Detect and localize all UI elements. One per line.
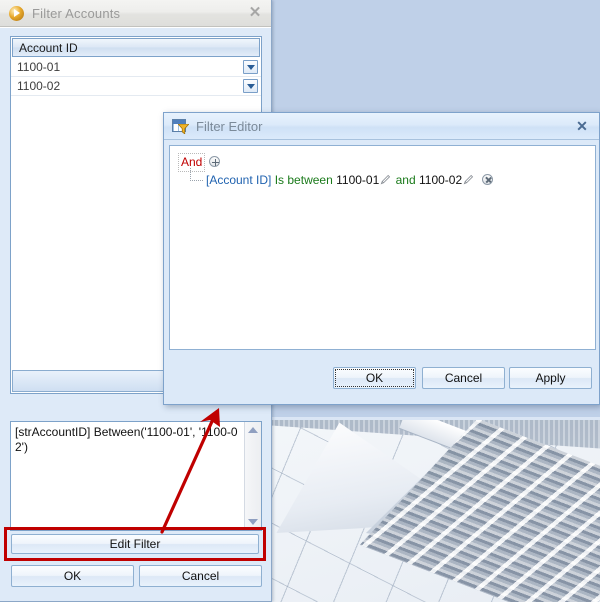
pencil-icon[interactable] <box>380 174 391 185</box>
chevron-down-icon[interactable] <box>243 79 258 93</box>
close-icon[interactable]: ✕ <box>246 4 264 22</box>
model-viewport[interactable] <box>268 417 600 602</box>
tree-elbow-connector <box>190 168 203 181</box>
cancel-button[interactable]: Cancel <box>139 565 262 587</box>
filter-accounts-titlebar[interactable]: Filter Accounts ✕ <box>0 0 271 27</box>
filter-group-row[interactable]: And <box>178 153 587 172</box>
filter-expression-text: [strAccountID] Between('1100-01', '1100-… <box>15 425 238 454</box>
filter-editor-button-bar: OK Cancel Apply <box>164 354 599 404</box>
condition-field[interactable]: [Account ID] <box>206 173 271 187</box>
condition-conjunction: and <box>395 173 416 187</box>
grid-rows: 1100-01 1100-02 <box>11 58 261 96</box>
table-row[interactable]: 1100-02 <box>11 77 261 96</box>
grid-header-row[interactable]: Account ID <box>12 38 260 57</box>
filter-tree-canvas[interactable]: And [Account ID] Is between 1100-01 and … <box>169 145 596 350</box>
funnel-glyph <box>178 123 189 134</box>
condition-value-from[interactable]: 1100-01 <box>336 173 379 187</box>
chevron-down-icon[interactable] <box>243 60 258 74</box>
close-icon[interactable]: ✕ <box>574 118 590 134</box>
edit-filter-button[interactable]: Edit Filter <box>11 534 259 554</box>
cancel-button[interactable]: Cancel <box>422 367 505 389</box>
apply-button[interactable]: Apply <box>509 367 592 389</box>
scroll-up-arrow-icon[interactable] <box>248 427 258 433</box>
filter-editor-titlebar[interactable]: Filter Editor ✕ <box>164 113 599 140</box>
filter-editor-title: Filter Editor <box>196 118 263 134</box>
viewport-top-border <box>268 417 600 420</box>
vertical-scrollbar[interactable] <box>244 422 261 530</box>
filter-editor-dialog: Filter Editor ✕ And [Account ID] Is betw… <box>163 112 600 405</box>
plus-circle-icon[interactable] <box>209 156 221 167</box>
table-funnel-icon <box>172 118 189 134</box>
filter-condition-row[interactable]: [Account ID] Is between 1100-01 and 1100… <box>188 168 587 189</box>
table-row[interactable]: 1100-01 <box>11 58 261 77</box>
condition-operator[interactable]: Is between <box>275 173 333 187</box>
ok-button[interactable]: OK <box>11 565 134 587</box>
remove-condition-icon[interactable] <box>482 174 494 185</box>
pencil-icon[interactable] <box>463 174 474 185</box>
cell-account-id: 1100-01 <box>17 60 61 74</box>
filter-accounts-title: Filter Accounts <box>32 5 121 21</box>
condition-value-to[interactable]: 1100-02 <box>419 173 462 187</box>
cell-account-id: 1100-02 <box>17 79 61 93</box>
filter-expression-textbox[interactable]: [strAccountID] Between('1100-01', '1100-… <box>10 421 262 531</box>
ok-button[interactable]: OK <box>333 367 416 389</box>
column-header-account-id[interactable]: Account ID <box>13 41 78 55</box>
scroll-down-arrow-icon[interactable] <box>248 519 258 525</box>
orange-play-circle-icon <box>9 5 24 21</box>
